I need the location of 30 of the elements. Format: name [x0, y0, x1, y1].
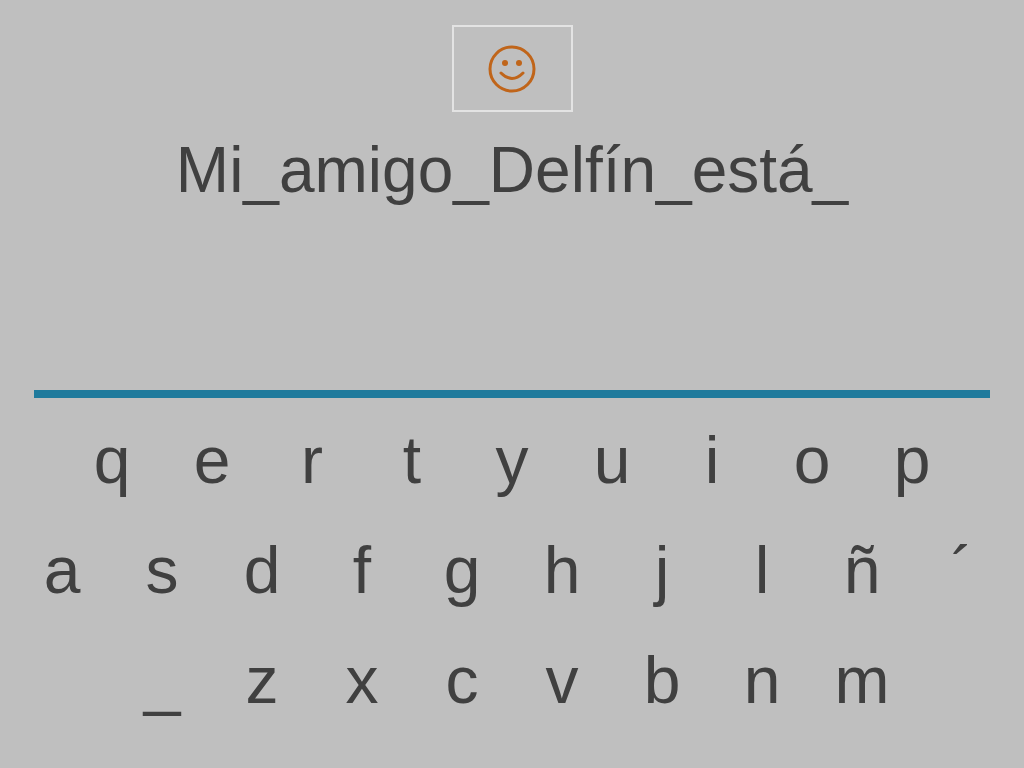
- key[interactable]: l: [712, 530, 812, 610]
- key[interactable]: s: [112, 530, 212, 610]
- sentence-text: Mi_amigo_Delfín_está_: [175, 133, 849, 208]
- key[interactable]: z: [212, 640, 312, 720]
- key[interactable]: _: [112, 640, 212, 720]
- key[interactable]: p: [862, 420, 962, 500]
- key[interactable]: b: [612, 640, 712, 720]
- key[interactable]: a: [12, 530, 112, 610]
- key[interactable]: i: [662, 420, 762, 500]
- key[interactable]: o: [762, 420, 862, 500]
- key[interactable]: ´: [912, 530, 1012, 610]
- smiley-button[interactable]: [451, 25, 573, 112]
- key[interactable]: e: [162, 420, 262, 500]
- key[interactable]: r: [262, 420, 362, 500]
- key[interactable]: n: [712, 640, 812, 720]
- key[interactable]: f: [312, 530, 412, 610]
- smiley-icon: [487, 43, 537, 94]
- key[interactable]: v: [512, 640, 612, 720]
- key[interactable]: u: [562, 420, 662, 500]
- key[interactable]: y: [462, 420, 562, 500]
- key[interactable]: c: [412, 640, 512, 720]
- key[interactable]: j: [612, 530, 712, 610]
- key[interactable]: h: [512, 530, 612, 610]
- key[interactable]: g: [412, 530, 512, 610]
- key[interactable]: q: [62, 420, 162, 500]
- key[interactable]: m: [812, 640, 912, 720]
- key[interactable]: d: [212, 530, 312, 610]
- key[interactable]: ñ: [812, 530, 912, 610]
- key[interactable]: x: [312, 640, 412, 720]
- key[interactable]: t: [362, 420, 462, 500]
